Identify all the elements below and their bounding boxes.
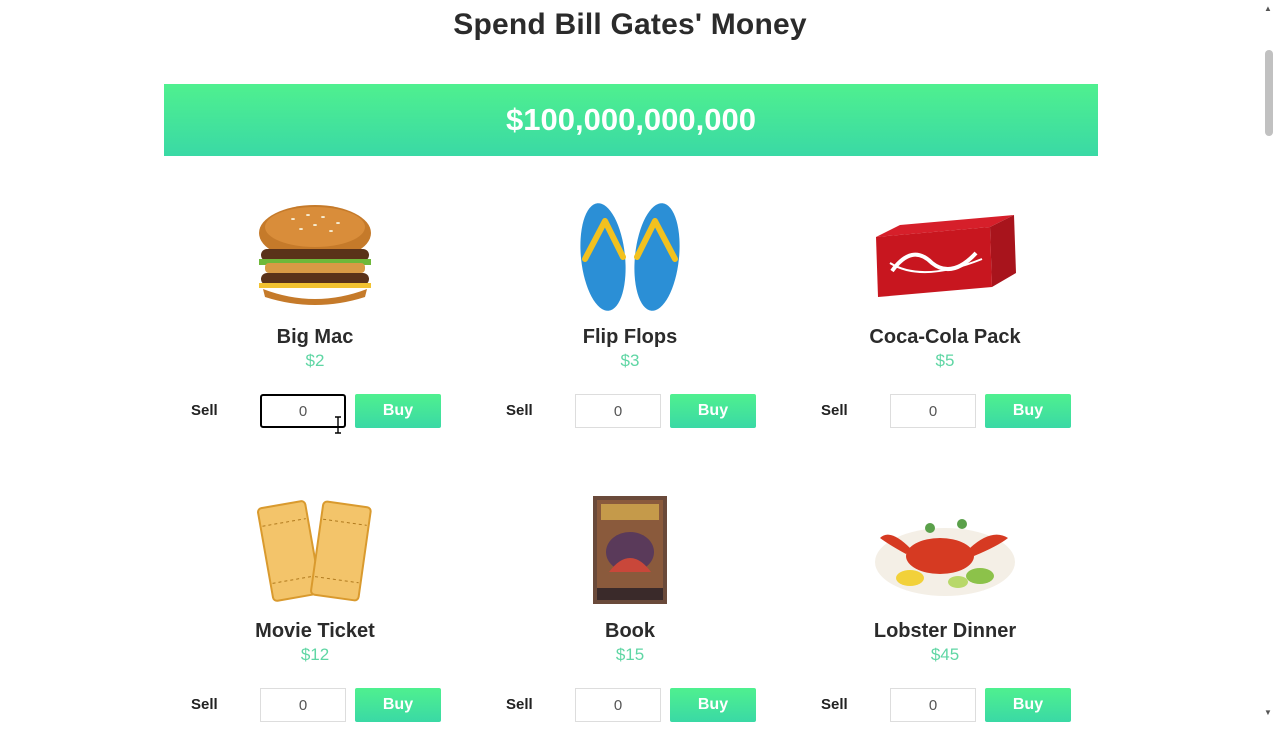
vertical-scrollbar[interactable]: ▲ ▼ [1260,0,1276,720]
sell-button[interactable]: Sell [191,688,251,722]
buy-button[interactable]: Buy [985,394,1071,428]
scrollbar-thumb[interactable] [1265,50,1273,136]
item-name: Big Mac [276,326,354,348]
item-name: Coca-Cola Pack [869,326,1021,348]
sell-button[interactable]: Sell [506,688,566,722]
big-mac-image [165,196,465,316]
quantity-input[interactable] [260,688,346,722]
item-price: $3 [620,351,640,370]
item-price: $15 [615,645,645,664]
page-title: Spend Bill Gates' Money [453,8,807,41]
scroll-down-arrow-icon[interactable]: ▼ [1260,704,1276,720]
buy-button[interactable]: Buy [355,394,441,428]
scroll-up-arrow-icon[interactable]: ▲ [1260,0,1276,16]
quantity-input[interactable] [575,688,661,722]
item-card-book: Book $15 Sell Buy [480,490,780,730]
item-card-big-mac: Big Mac $2 Sell Buy [165,196,465,436]
money-balance-bar: $100,000,000,000 [164,84,1098,156]
book-image [480,490,780,610]
sell-button[interactable]: Sell [191,394,251,428]
quantity-input[interactable] [890,688,976,722]
buy-button[interactable]: Buy [670,688,756,722]
sell-button[interactable]: Sell [821,394,881,428]
lobster-dinner-image [795,490,1095,610]
quantity-input[interactable] [890,394,976,428]
item-price: $45 [930,645,960,664]
item-price: $12 [300,645,330,664]
item-name: Flip Flops [582,326,678,348]
item-card-lobster-dinner: Lobster Dinner $45 Sell Buy [795,490,1095,730]
item-price: $2 [305,351,325,370]
sell-button[interactable]: Sell [506,394,566,428]
text-cursor-icon [335,416,341,434]
movie-ticket-image [165,490,465,610]
flip-flops-image [480,196,780,316]
buy-button[interactable]: Buy [355,688,441,722]
sell-button[interactable]: Sell [821,688,881,722]
item-card-coca-cola-pack: Coca-Cola Pack $5 Sell Buy [795,196,1095,436]
item-card-movie-ticket: Movie Ticket $12 Sell Buy [165,490,465,730]
buy-button[interactable]: Buy [670,394,756,428]
item-price: $5 [935,351,955,370]
buy-button[interactable]: Buy [985,688,1071,722]
item-card-flip-flops: Flip Flops $3 Sell Buy [480,196,780,436]
item-name: Lobster Dinner [873,620,1017,642]
quantity-input[interactable] [575,394,661,428]
item-name: Movie Ticket [255,620,375,642]
item-name: Book [605,620,655,642]
coca-cola-pack-image [795,196,1095,316]
